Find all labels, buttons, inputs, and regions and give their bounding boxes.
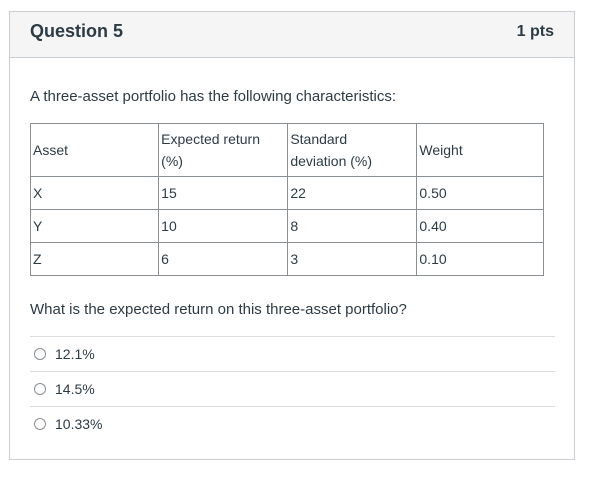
question-card: Question 5 1 pts A three-asset portfolio…	[9, 11, 575, 460]
header-expected-return: Expected return (%)	[158, 123, 289, 177]
answer-option[interactable]: 14.5%	[30, 371, 555, 406]
cell-weight: 0.50	[416, 176, 544, 210]
answer-option[interactable]: 12.1%	[30, 336, 555, 371]
cell-std-dev: 3	[287, 242, 418, 276]
table-header-row: Asset Expected return (%) Standard devia…	[29, 123, 544, 177]
portfolio-table: Asset Expected return (%) Standard devia…	[29, 123, 544, 276]
header-expected-return-line2: (%)	[161, 153, 183, 169]
header-expected-return-line1: Expected return	[161, 131, 261, 147]
question-header: Question 5 1 pts	[10, 12, 574, 58]
question-prompt: What is the expected return on this thre…	[30, 301, 407, 318]
cell-std-dev: 22	[287, 176, 418, 210]
cell-expected-return: 15	[158, 176, 289, 210]
answer-list: 12.1% 14.5% 10.33%	[30, 336, 555, 441]
cell-asset: Y	[29, 209, 160, 243]
header-asset: Asset	[29, 123, 160, 177]
header-std-dev-line1: Standard	[290, 131, 348, 147]
radio-button[interactable]	[34, 383, 46, 395]
table-row: X 15 22 0.50	[29, 176, 544, 210]
answer-label[interactable]: 10.33%	[55, 416, 102, 432]
answer-label[interactable]: 14.5%	[55, 381, 95, 397]
header-weight-label: Weight	[419, 142, 463, 158]
header-std-dev: Standard deviation (%)	[287, 123, 418, 177]
cell-expected-return: 10	[158, 209, 289, 243]
question-points: 1 pts	[516, 23, 554, 40]
table-row: Z 6 3 0.10	[29, 242, 544, 276]
table-row: Y 10 8 0.40	[29, 209, 544, 243]
cell-weight: 0.10	[416, 242, 544, 276]
answer-label[interactable]: 12.1%	[55, 346, 95, 362]
header-weight: Weight	[416, 123, 544, 177]
radio-button[interactable]	[34, 418, 46, 430]
radio-button[interactable]	[34, 348, 46, 360]
cell-asset: X	[29, 176, 160, 210]
cell-std-dev: 8	[287, 209, 418, 243]
question-title: Question 5	[30, 21, 124, 41]
header-std-dev-line2: deviation (%)	[290, 153, 373, 169]
header-asset-label: Asset	[33, 142, 69, 158]
cell-expected-return: 6	[158, 242, 289, 276]
cell-weight: 0.40	[416, 209, 544, 243]
answer-option[interactable]: 10.33%	[30, 406, 555, 441]
cell-asset: Z	[29, 242, 160, 276]
question-intro: A three-asset portfolio has the followin…	[30, 88, 397, 105]
